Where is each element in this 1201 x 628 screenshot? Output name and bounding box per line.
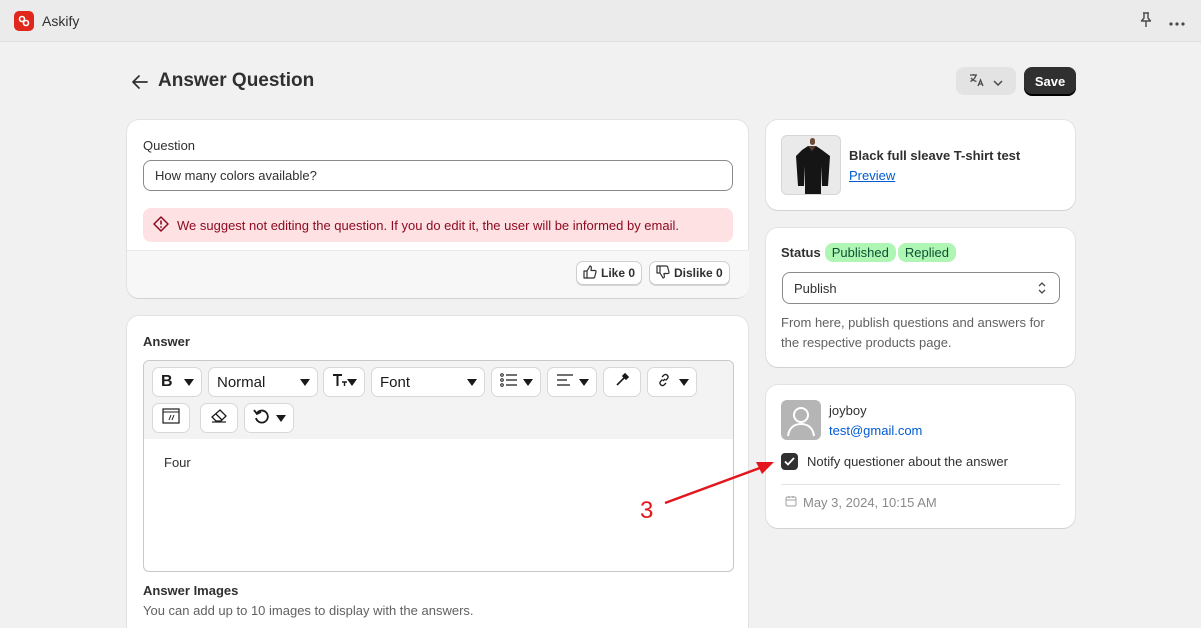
preview-link[interactable]: Preview: [849, 168, 895, 183]
status-select-value: Publish: [794, 280, 837, 296]
translate-icon: [969, 73, 985, 90]
align-dropdown[interactable]: [547, 367, 597, 397]
checkbox-checked-icon[interactable]: [781, 453, 798, 470]
bullet-list-icon: [500, 373, 518, 391]
notify-checkbox-row[interactable]: Notify questioner about the answer: [781, 453, 1008, 470]
eraser-icon: [211, 409, 227, 427]
status-help-text: From here, publish questions and answers…: [781, 315, 1045, 350]
app-topbar: Askify: [0, 0, 1201, 42]
question-card: Question How many colors available? We s…: [127, 120, 749, 298]
font-family-select[interactable]: Font: [371, 367, 485, 397]
eyedropper-icon: [615, 372, 630, 391]
page-header: Answer Question Save: [128, 66, 1076, 98]
clear-format-button[interactable]: [200, 403, 238, 433]
code-view-icon: [162, 408, 180, 428]
font-family-value: Font: [380, 373, 411, 391]
product-card: Black full sleave T-shirt test Preview: [766, 120, 1075, 210]
undo-icon: [253, 408, 269, 428]
app-logo-icon: [14, 10, 34, 31]
align-left-icon: [556, 373, 574, 391]
user-name: joyboy: [829, 403, 867, 418]
answer-card: Answer B Normal Font Four Answer Images …: [127, 316, 748, 628]
like-label: Like 0: [601, 266, 636, 280]
warning-banner: We suggest not editing the question. If …: [143, 208, 733, 242]
user-email[interactable]: test@gmail.com: [829, 423, 922, 438]
status-select[interactable]: Publish: [782, 272, 1060, 304]
undo-dropdown[interactable]: [244, 403, 294, 433]
status-label: Status: [781, 245, 821, 260]
app-name: Askify: [42, 12, 80, 29]
calendar-icon: [785, 495, 797, 510]
date-row: May 3, 2024, 10:15 AM: [785, 495, 937, 510]
page-title: Answer Question: [158, 70, 315, 91]
link-dropdown[interactable]: [647, 367, 697, 397]
save-button[interactable]: Save: [1024, 67, 1076, 95]
editor-content[interactable]: Four: [144, 439, 733, 486]
text-size-icon: [332, 373, 348, 391]
thumbs-down-icon: [656, 264, 670, 282]
notify-label: Notify questioner about the answer: [807, 454, 1008, 469]
answer-label: Answer: [143, 334, 190, 349]
question-label: Question: [143, 138, 196, 153]
status-card: Status Published Replied Publish From he…: [766, 228, 1075, 367]
chevron-down-icon: [993, 74, 1003, 89]
paragraph-style-value: Normal: [217, 373, 266, 391]
user-avatar-icon: [781, 407, 821, 440]
select-chevrons-icon: [1037, 281, 1047, 298]
dislike-button[interactable]: Dislike 0: [649, 261, 730, 285]
editor-toolbar: B Normal Font: [144, 361, 733, 439]
question-input-value: How many colors available?: [155, 168, 317, 183]
alert-diamond-icon: [153, 215, 177, 235]
divider: [781, 484, 1060, 485]
list-dropdown[interactable]: [491, 367, 541, 397]
pin-icon[interactable]: [1139, 12, 1153, 31]
code-block-button[interactable]: [152, 403, 190, 433]
answer-images-label: Answer Images: [143, 583, 239, 598]
avatar: [781, 400, 821, 440]
paragraph-style-select[interactable]: Normal: [208, 367, 318, 397]
like-button[interactable]: Like 0: [576, 261, 643, 285]
font-size-dropdown[interactable]: [323, 367, 365, 397]
published-badge: Published: [824, 243, 896, 262]
question-input[interactable]: How many colors available?: [143, 160, 733, 191]
thumbs-up-icon: [583, 264, 597, 282]
status-header: Status Published Replied: [781, 243, 956, 262]
back-arrow-icon[interactable]: [128, 70, 152, 94]
annotation-arrow-icon: [664, 462, 774, 505]
date-text: May 3, 2024, 10:15 AM: [803, 495, 937, 510]
color-picker-button[interactable]: [603, 367, 641, 397]
annotation-number: 3: [640, 497, 654, 524]
replied-badge: Replied: [897, 243, 956, 262]
answer-images-help: You can add up to 10 images to display w…: [143, 603, 474, 618]
link-icon: [656, 372, 672, 392]
user-card: joyboy test@gmail.com Notify questioner …: [766, 385, 1075, 528]
more-horizontal-icon[interactable]: [1169, 14, 1185, 29]
product-name: Black full sleave T-shirt test: [849, 148, 1021, 163]
translate-button[interactable]: [956, 67, 1016, 95]
product-thumbnail: [781, 135, 841, 195]
question-footer: Like 0 Dislike 0: [127, 250, 749, 298]
dislike-label: Dislike 0: [674, 266, 723, 280]
rich-text-editor: B Normal Font Four: [143, 360, 734, 572]
warning-text: We suggest not editing the question. If …: [177, 217, 679, 233]
bold-label: B: [161, 373, 173, 390]
bold-dropdown[interactable]: B: [152, 367, 202, 397]
